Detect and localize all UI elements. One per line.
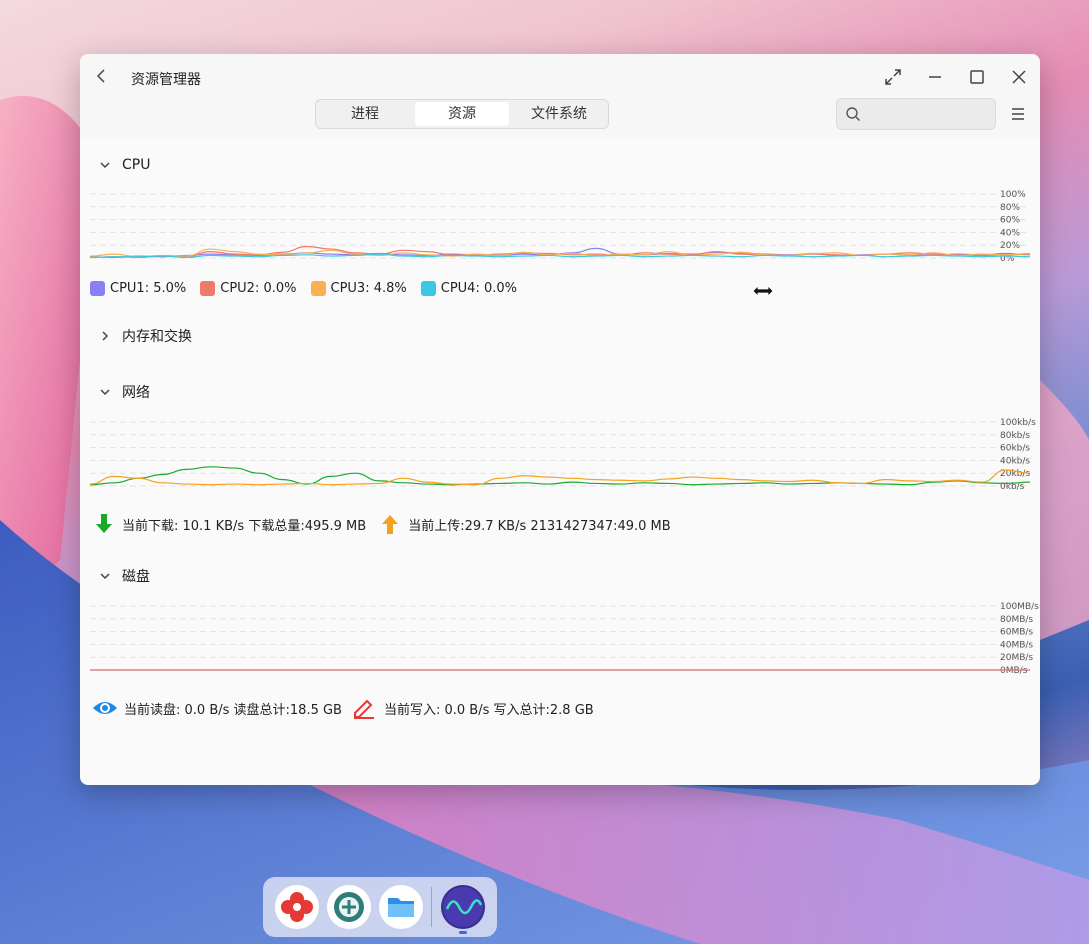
chevron-down-icon <box>100 162 110 169</box>
y-tick-label: 100kb/s <box>1000 418 1036 428</box>
y-tick-label: 60% <box>1000 216 1020 226</box>
cpu-legend: CPU1: 5.0% CPU2: 0.0% CPU3: 4.8% CPU4: 0… <box>90 281 531 296</box>
gear-icon <box>334 892 364 922</box>
y-tick-label: 60MB/s <box>1000 628 1033 638</box>
titlebar: 资源管理器 进程 资源 文件系统 <box>80 54 1040 138</box>
cpu-section-title: CPU <box>122 157 151 173</box>
disk-write-stat: 当前写入: 0.0 B/s 写入总计:2.8 GB <box>383 702 594 718</box>
maximize-icon[interactable] <box>966 66 988 88</box>
tab-processes[interactable]: 进程 <box>318 102 412 126</box>
view-tabs: 进程 资源 文件系统 <box>315 99 609 129</box>
pencil-icon <box>353 699 374 719</box>
minimize-icon[interactable] <box>924 66 946 88</box>
y-tick-label: 60kb/s <box>1000 444 1030 454</box>
legend-item-cpu1: CPU1: 5.0% <box>90 281 186 296</box>
tab-resources[interactable]: 资源 <box>415 102 509 126</box>
settings-app-icon[interactable] <box>327 885 371 929</box>
series-line-下载 <box>90 466 1031 486</box>
active-indicator <box>459 931 467 934</box>
legend-label: CPU4: 0.0% <box>440 281 517 296</box>
network-chart: 100kb/s80kb/s60kb/s40kb/s20kb/s0kb/s <box>90 418 1036 492</box>
legend-label: CPU2: 0.0% <box>220 281 297 296</box>
memory-section-title: 内存和交换 <box>122 329 192 345</box>
disk-chart: 100MB/s 80MB/s 60MB/s 40MB/s 20MB/s 0MB/s <box>90 602 1039 676</box>
resize-cursor-icon <box>752 285 774 297</box>
legend-label: CPU3: 4.8% <box>330 281 407 296</box>
eye-icon <box>93 702 117 714</box>
legend-swatch <box>420 281 436 296</box>
y-tick-label: 40kb/s <box>1000 456 1030 466</box>
download-arrow-icon <box>96 514 112 533</box>
network-section-title: 网络 <box>122 385 150 401</box>
window-title: 资源管理器 <box>131 72 201 88</box>
back-icon[interactable] <box>92 66 112 86</box>
chevron-down-icon <box>100 389 110 396</box>
disk-section-title: 磁盘 <box>122 569 150 585</box>
disk-section-header[interactable]: 磁盘 <box>98 566 150 586</box>
dock-separator <box>431 887 432 927</box>
legend-item-cpu3: CPU3: 4.8% <box>310 281 407 296</box>
network-section-header[interactable]: 网络 <box>98 382 150 402</box>
y-tick-label: 40% <box>1000 228 1020 238</box>
cpu-section-header[interactable]: CPU <box>98 155 150 175</box>
folder-icon <box>388 898 414 917</box>
y-tick-label: 20MB/s <box>1000 653 1033 663</box>
legend-swatch <box>90 281 105 296</box>
flower-icon <box>281 892 313 922</box>
legend-item-cpu4: CPU4: 0.0% <box>420 281 517 296</box>
fullscreen-icon[interactable] <box>882 66 904 88</box>
files-app-icon[interactable] <box>379 885 423 929</box>
search-icon <box>846 107 860 121</box>
legend-label: CPU1: 5.0% <box>110 281 187 296</box>
system-monitor-app-icon[interactable] <box>441 885 485 929</box>
download-stat: 当前下载: 10.1 KB/s 下载总量:495.9 MB <box>122 518 367 534</box>
legend-item-cpu2: CPU2: 0.0% <box>200 281 297 296</box>
y-tick-label: 100MB/s <box>1000 602 1039 612</box>
y-tick-label: 80% <box>1000 203 1020 213</box>
waveform-icon <box>443 887 483 927</box>
legend-swatch <box>310 281 326 296</box>
y-tick-label: 100% <box>1000 190 1026 200</box>
y-tick-label: 80kb/s <box>1000 431 1030 441</box>
y-tick-label: 20% <box>1000 241 1020 251</box>
y-tick-label: 0MB/s <box>1000 666 1028 676</box>
petal-app-icon[interactable] <box>275 885 319 929</box>
y-tick-label: 40MB/s <box>1000 640 1033 650</box>
hamburger-menu-icon[interactable] <box>1010 104 1026 124</box>
chevron-down-icon <box>100 573 110 580</box>
disk-read-stat: 当前读盘: 0.0 B/s 读盘总计:18.5 GB <box>124 702 342 718</box>
cpu-chart: 100%80%60%40%20%0% <box>90 190 1031 264</box>
dock <box>263 877 497 937</box>
disk-stats: 当前读盘: 0.0 B/s 读盘总计:18.5 GB 当前写入: 0.0 B/s… <box>92 697 594 719</box>
network-stats: 当前下载: 10.1 KB/s 下载总量:495.9 MB 当前上传:29.7 … <box>94 513 671 535</box>
memory-section-header[interactable]: 内存和交换 <box>98 326 192 346</box>
series-line-上传 <box>90 469 1031 486</box>
resource-manager-window: 资源管理器 进程 资源 文件系统 CPU 100% 80% 60% 40% 20% 0% … <box>80 54 1040 785</box>
upload-arrow-icon <box>382 515 399 534</box>
close-icon[interactable] <box>1008 66 1030 88</box>
upload-stat: 当前上传:29.7 KB/s 2131427347:49.0 MB <box>408 518 671 534</box>
chevron-right-icon <box>102 331 109 341</box>
y-tick-label: 80MB/s <box>1000 615 1033 625</box>
tab-filesystem[interactable]: 文件系统 <box>512 102 606 126</box>
search-input[interactable] <box>836 98 996 130</box>
legend-swatch <box>200 281 216 296</box>
